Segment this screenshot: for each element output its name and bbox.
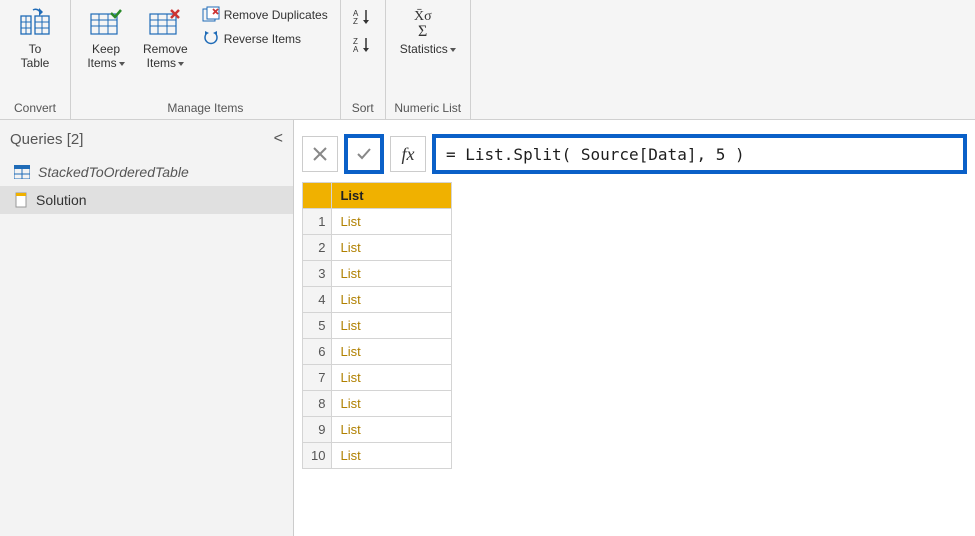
table-row[interactable]: 6List [303,339,452,365]
formula-bar: fx [302,134,967,174]
query-item-stackedtoorderedtable[interactable]: StackedToOrderedTable [0,158,293,186]
row-number: 7 [303,365,332,391]
keep-items-label: Keep Items [87,42,124,71]
cell-value[interactable]: List [332,365,452,391]
table-icon [14,165,30,179]
query-item-label: StackedToOrderedTable [38,164,189,180]
ribbon: To Table Convert Keep Items [0,0,975,120]
ribbon-group-convert: To Table Convert [0,0,71,119]
result-table: List 1List2List3List4List5List6List7List… [302,182,452,469]
table-row[interactable]: 2List [303,235,452,261]
fx-icon: fx [402,144,415,165]
ribbon-group-manage: Keep Items Remove Items [71,0,341,119]
cell-value[interactable]: List [332,313,452,339]
cell-value[interactable]: List [332,287,452,313]
cancel-formula-button[interactable] [302,136,338,172]
cell-value[interactable]: List [332,209,452,235]
row-number: 10 [303,443,332,469]
to-table-label: To Table [21,42,50,71]
sort-desc-icon: Z A [353,36,373,54]
query-item-label: Solution [36,192,87,208]
ribbon-group-numeric-label: Numeric List [394,97,462,117]
row-number: 8 [303,391,332,417]
table-row[interactable]: 7List [303,365,452,391]
sort-asc-icon: A Z [353,8,373,26]
check-icon [355,145,373,163]
queries-pane: Queries [2] < StackedToOrderedTable [0,120,294,536]
close-icon [312,146,328,162]
table-row[interactable]: 10List [303,443,452,469]
sort-asc-button[interactable]: A Z [349,4,377,30]
table-row[interactable]: 1List [303,209,452,235]
svg-text:Σ: Σ [418,23,427,38]
to-table-icon [19,6,51,40]
cell-value[interactable]: List [332,235,452,261]
row-number: 2 [303,235,332,261]
formula-input[interactable] [432,134,967,174]
row-header-corner [303,183,332,209]
reverse-items-label: Reverse Items [224,32,301,46]
query-icon [14,192,28,208]
statistics-label: Statistics [400,42,456,56]
query-item-solution[interactable]: Solution [0,186,293,214]
reverse-items-button[interactable]: Reverse Items [198,28,332,50]
row-number: 5 [303,313,332,339]
ribbon-group-sort-label: Sort [349,97,377,117]
queries-header: Queries [2] < [0,120,293,158]
svg-text:A: A [353,45,359,54]
keep-items-icon [89,6,123,40]
content-pane: fx List 1List2List3List4List5List6List7L… [294,120,975,536]
remove-items-icon [148,6,182,40]
keep-items-button[interactable]: Keep Items [79,4,133,73]
row-number: 3 [303,261,332,287]
table-row[interactable]: 9List [303,417,452,443]
table-row[interactable]: 8List [303,391,452,417]
row-number: 1 [303,209,332,235]
remove-duplicates-label: Remove Duplicates [224,8,328,22]
result-tbody: 1List2List3List4List5List6List7List8List… [303,209,452,469]
fx-button[interactable]: fx [390,136,426,172]
to-table-button[interactable]: To Table [8,4,62,73]
remove-items-label: Remove Items [143,42,188,71]
collapse-queries-button[interactable]: < [274,130,283,148]
cell-value[interactable]: List [332,391,452,417]
commit-formula-button[interactable] [344,134,384,174]
reverse-items-icon [202,30,220,48]
table-row[interactable]: 4List [303,287,452,313]
statistics-icon: X̄σ Σ [412,6,444,40]
cell-value[interactable]: List [332,339,452,365]
ribbon-group-numeric: X̄σ Σ Statistics Numeric List [386,0,471,119]
workspace: Queries [2] < StackedToOrderedTable [0,120,975,536]
cell-value[interactable]: List [332,261,452,287]
svg-text:Z: Z [353,17,358,26]
cell-value[interactable]: List [332,417,452,443]
table-row[interactable]: 5List [303,313,452,339]
queries-title: Queries [2] [10,131,83,148]
sort-desc-button[interactable]: Z A [349,32,377,58]
row-number: 6 [303,339,332,365]
column-header-list[interactable]: List [332,183,452,209]
ribbon-group-convert-label: Convert [8,97,62,117]
svg-text:X̄σ: X̄σ [414,8,432,24]
ribbon-group-sort: A Z Z A [341,0,386,119]
remove-duplicates-button[interactable]: Remove Duplicates [198,4,332,26]
row-number: 9 [303,417,332,443]
table-row[interactable]: 3List [303,261,452,287]
cell-value[interactable]: List [332,443,452,469]
statistics-button[interactable]: X̄σ Σ Statistics [394,4,462,58]
remove-duplicates-icon [202,6,220,24]
remove-items-button[interactable]: Remove Items [137,4,194,73]
ribbon-group-manage-label: Manage Items [79,97,332,117]
row-number: 4 [303,287,332,313]
